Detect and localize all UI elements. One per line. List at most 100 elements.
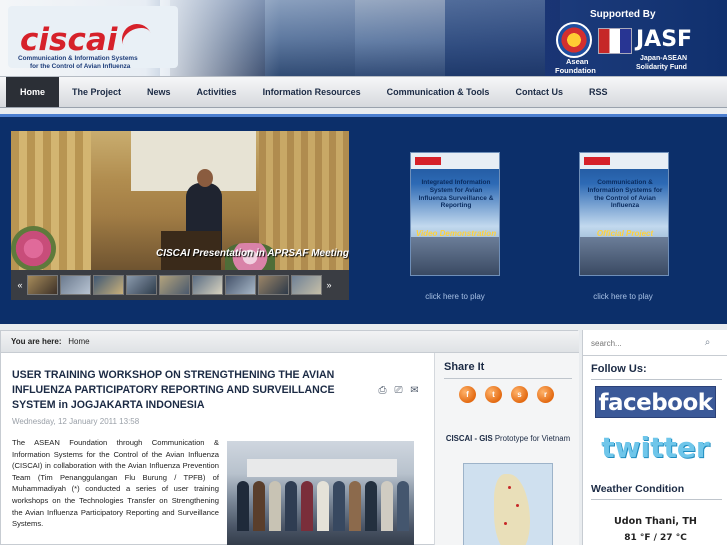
slide-flowers	[11, 226, 56, 271]
gis-rest-label: Prototype for Vietnam	[494, 434, 571, 443]
slide-speaker-head	[197, 169, 213, 187]
next-arrow-icon[interactable]: »	[324, 280, 334, 290]
divider	[444, 378, 572, 379]
photo-person	[253, 481, 265, 531]
showcase: CISCAI Presentation in APRSAF Meeting « …	[0, 114, 727, 324]
gis-map-thumbnail[interactable]	[463, 463, 553, 545]
slideshow-image[interactable]: CISCAI Presentation in APRSAF Meeting	[11, 131, 349, 271]
nav-item-home[interactable]: Home	[6, 77, 60, 107]
photo-person	[397, 481, 409, 531]
slide-thumbnail[interactable]	[159, 275, 190, 295]
map-marker-icon	[504, 522, 507, 525]
slide-thumbnail[interactable]	[291, 275, 322, 295]
slide-thumbnail[interactable]	[192, 275, 223, 295]
breadcrumb-prefix: You are here:	[11, 337, 62, 346]
nav-item-activities[interactable]: Activities	[184, 77, 250, 107]
search-input[interactable]	[591, 336, 701, 350]
logo-subtitle-line1: Communication & Information Systems	[18, 55, 138, 62]
article-title[interactable]: USER TRAINING WORKSHOP ON STRENGTHENING …	[12, 368, 364, 413]
slideshow-thumbnails: « »	[11, 270, 349, 300]
gis-prototype-label[interactable]: CISCAI - GIS Prototype for Vietnam	[444, 433, 572, 444]
weather-temperature: 81 °F / 27 °C	[624, 533, 687, 543]
article-body: The ASEAN Foundation through Communicati…	[12, 438, 219, 529]
jasf-subtitle-line1: Japan-ASEAN	[640, 55, 688, 62]
nav-item-news[interactable]: News	[134, 77, 184, 107]
facebook-badge[interactable]: facebook	[595, 386, 716, 418]
photo-person	[349, 481, 361, 531]
photo-person	[237, 481, 249, 531]
photo-person	[381, 481, 393, 531]
nav-item-communication-tools[interactable]: Communication & Tools	[374, 77, 503, 107]
video-card-title: Communication & Information Systems for …	[587, 179, 663, 210]
page: ciscai Communication & Information Syste…	[0, 0, 727, 545]
card-footer-image	[411, 237, 499, 275]
search-box: ⌕	[583, 330, 727, 356]
share-title: Share It	[444, 361, 485, 373]
map-marker-icon	[508, 486, 511, 489]
share-icons: f t s r	[459, 386, 554, 403]
header-banner: ciscai Communication & Information Syste…	[0, 0, 727, 76]
photo-person	[317, 481, 329, 531]
video-card-title: Integrated Information System for Avian …	[418, 179, 494, 210]
divider	[591, 379, 722, 380]
photo-person	[269, 481, 281, 531]
play-link[interactable]: click here to play	[558, 292, 688, 301]
jasf-subtitle-line2: Solidarity Fund	[636, 64, 687, 71]
nav-item-the-project[interactable]: The Project	[59, 77, 134, 107]
slide-thumbnail[interactable]	[60, 275, 91, 295]
breadcrumb: You are here: Home	[1, 331, 579, 353]
map-land	[494, 474, 530, 545]
rss-share-icon[interactable]: r	[537, 386, 554, 403]
stumbleupon-share-icon[interactable]: s	[511, 386, 528, 403]
photo-person	[333, 481, 345, 531]
slide-thumbnail[interactable]	[93, 275, 124, 295]
jasf-flag-icon	[598, 28, 632, 54]
weather-city: Udon Thani, TH	[614, 516, 697, 527]
foundation-label: Foundation	[555, 66, 596, 75]
share-column: Share It f t s r CISCAI - GIS Prototype …	[434, 353, 579, 545]
asean-label: Asean	[566, 57, 589, 66]
nav-item-rss[interactable]: RSS	[576, 77, 621, 107]
video-demo-card[interactable]: Integrated Information System for Avian …	[410, 152, 500, 276]
search-icon[interactable]: ⌕	[702, 337, 713, 348]
jasf-logo-text: JASF	[636, 27, 693, 52]
supported-by-label: Supported By	[590, 9, 656, 20]
slide-thumbnail[interactable]	[27, 275, 58, 295]
main-nav: Home The Project News Activities Informa…	[0, 76, 727, 108]
article-date: Wednesday, 12 January 2011 13:58	[12, 417, 140, 426]
photo-banner	[247, 459, 397, 477]
slide-thumbnail[interactable]	[258, 275, 289, 295]
photo-person	[301, 481, 313, 531]
nav-item-contact-us[interactable]: Contact Us	[502, 77, 576, 107]
banner-shade	[160, 0, 560, 76]
photo-person	[285, 481, 297, 531]
map-marker-icon	[516, 504, 519, 507]
weather-title: Weather Condition	[591, 483, 685, 495]
prev-arrow-icon[interactable]: «	[15, 280, 25, 290]
article-tools: ⎙ ⎚ ✉	[377, 385, 420, 396]
pdf-icon[interactable]: ⎙	[377, 385, 388, 396]
twitter-share-icon[interactable]: t	[485, 386, 502, 403]
facebook-share-icon[interactable]: f	[459, 386, 476, 403]
print-icon[interactable]: ⎚	[393, 385, 404, 396]
email-icon[interactable]: ✉	[409, 385, 420, 396]
right-sidebar: ⌕ Follow Us: facebook twitter Weather Co…	[582, 330, 727, 545]
play-link[interactable]: click here to play	[390, 292, 520, 301]
card-footer-image	[580, 237, 668, 275]
slide-thumbnail[interactable]	[225, 275, 256, 295]
slide-screen	[131, 131, 256, 191]
breadcrumb-current[interactable]: Home	[68, 337, 89, 346]
twitter-badge[interactable]: twitter	[595, 430, 716, 466]
main-content: You are here: Home USER TRAINING WORKSHO…	[0, 330, 579, 545]
gis-bold-label: CISCAI - GIS	[445, 434, 493, 443]
presentation-card[interactable]: Communication & Information Systems for …	[579, 152, 669, 276]
slide-caption: CISCAI Presentation in APRSAF Meeting	[156, 248, 349, 259]
asean-foundation-emblem-icon	[556, 22, 592, 58]
site-logo-text[interactable]: ciscai	[20, 22, 117, 58]
photo-person	[365, 481, 377, 531]
slide-thumbnail[interactable]	[126, 275, 157, 295]
follow-us-title: Follow Us:	[591, 363, 647, 375]
nav-item-information-resources[interactable]: Information Resources	[250, 77, 374, 107]
divider	[591, 499, 722, 500]
ciscai-mini-logo-icon	[584, 157, 610, 165]
